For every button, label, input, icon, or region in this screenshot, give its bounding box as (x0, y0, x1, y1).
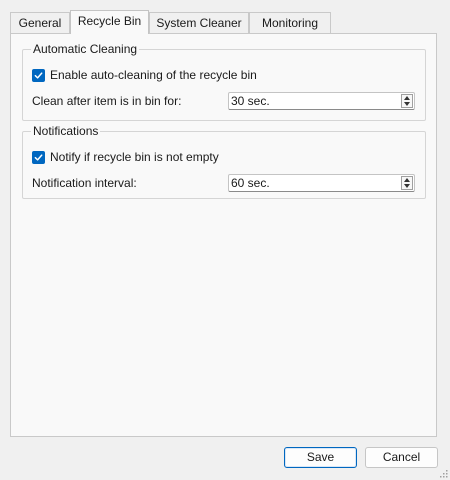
save-button[interactable]: Save (284, 447, 357, 468)
tab-recycle-bin[interactable]: Recycle Bin (70, 10, 149, 34)
arrow-up-icon (404, 96, 410, 100)
clean-after-spinbox[interactable]: 30 sec. (228, 92, 415, 110)
notify-checkbox[interactable]: Notify if recycle bin is not empty (32, 149, 219, 165)
notifications-group: Notifications Notify if recycle bin is n… (22, 123, 426, 199)
checkbox-checked-icon (32, 68, 45, 82)
tab-general[interactable]: General (10, 12, 70, 33)
spin-buttons (401, 94, 413, 108)
automatic-cleaning-group: Automatic Cleaning Enable auto-cleaning … (22, 41, 426, 121)
spin-down-button[interactable] (402, 183, 412, 189)
checkbox-label: Notify if recycle bin is not empty (50, 150, 219, 164)
group-title: Notifications (31, 123, 101, 139)
tab-system-cleaner[interactable]: System Cleaner (149, 12, 249, 33)
cancel-button[interactable]: Cancel (365, 447, 438, 468)
enable-auto-cleaning-checkbox[interactable]: Enable auto-cleaning of the recycle bin (32, 67, 257, 83)
arrow-down-icon (404, 184, 410, 188)
group-title: Automatic Cleaning (31, 41, 140, 57)
clean-after-value: 30 sec. (231, 94, 270, 108)
arrow-up-icon (404, 178, 410, 182)
notification-interval-label: Notification interval: (32, 176, 137, 190)
checkbox-checked-icon (32, 150, 45, 164)
recycle-bin-panel: Automatic Cleaning Enable auto-cleaning … (10, 33, 437, 437)
arrow-down-icon (404, 102, 410, 106)
notification-interval-spinbox[interactable]: 60 sec. (228, 174, 415, 192)
clean-after-label: Clean after item is in bin for: (32, 94, 182, 108)
spin-down-button[interactable] (402, 101, 412, 107)
notification-interval-value: 60 sec. (231, 176, 270, 190)
spin-buttons (401, 176, 413, 190)
tab-monitoring[interactable]: Monitoring (249, 12, 331, 33)
checkbox-label: Enable auto-cleaning of the recycle bin (50, 68, 257, 82)
resize-grip-icon[interactable] (438, 468, 448, 478)
